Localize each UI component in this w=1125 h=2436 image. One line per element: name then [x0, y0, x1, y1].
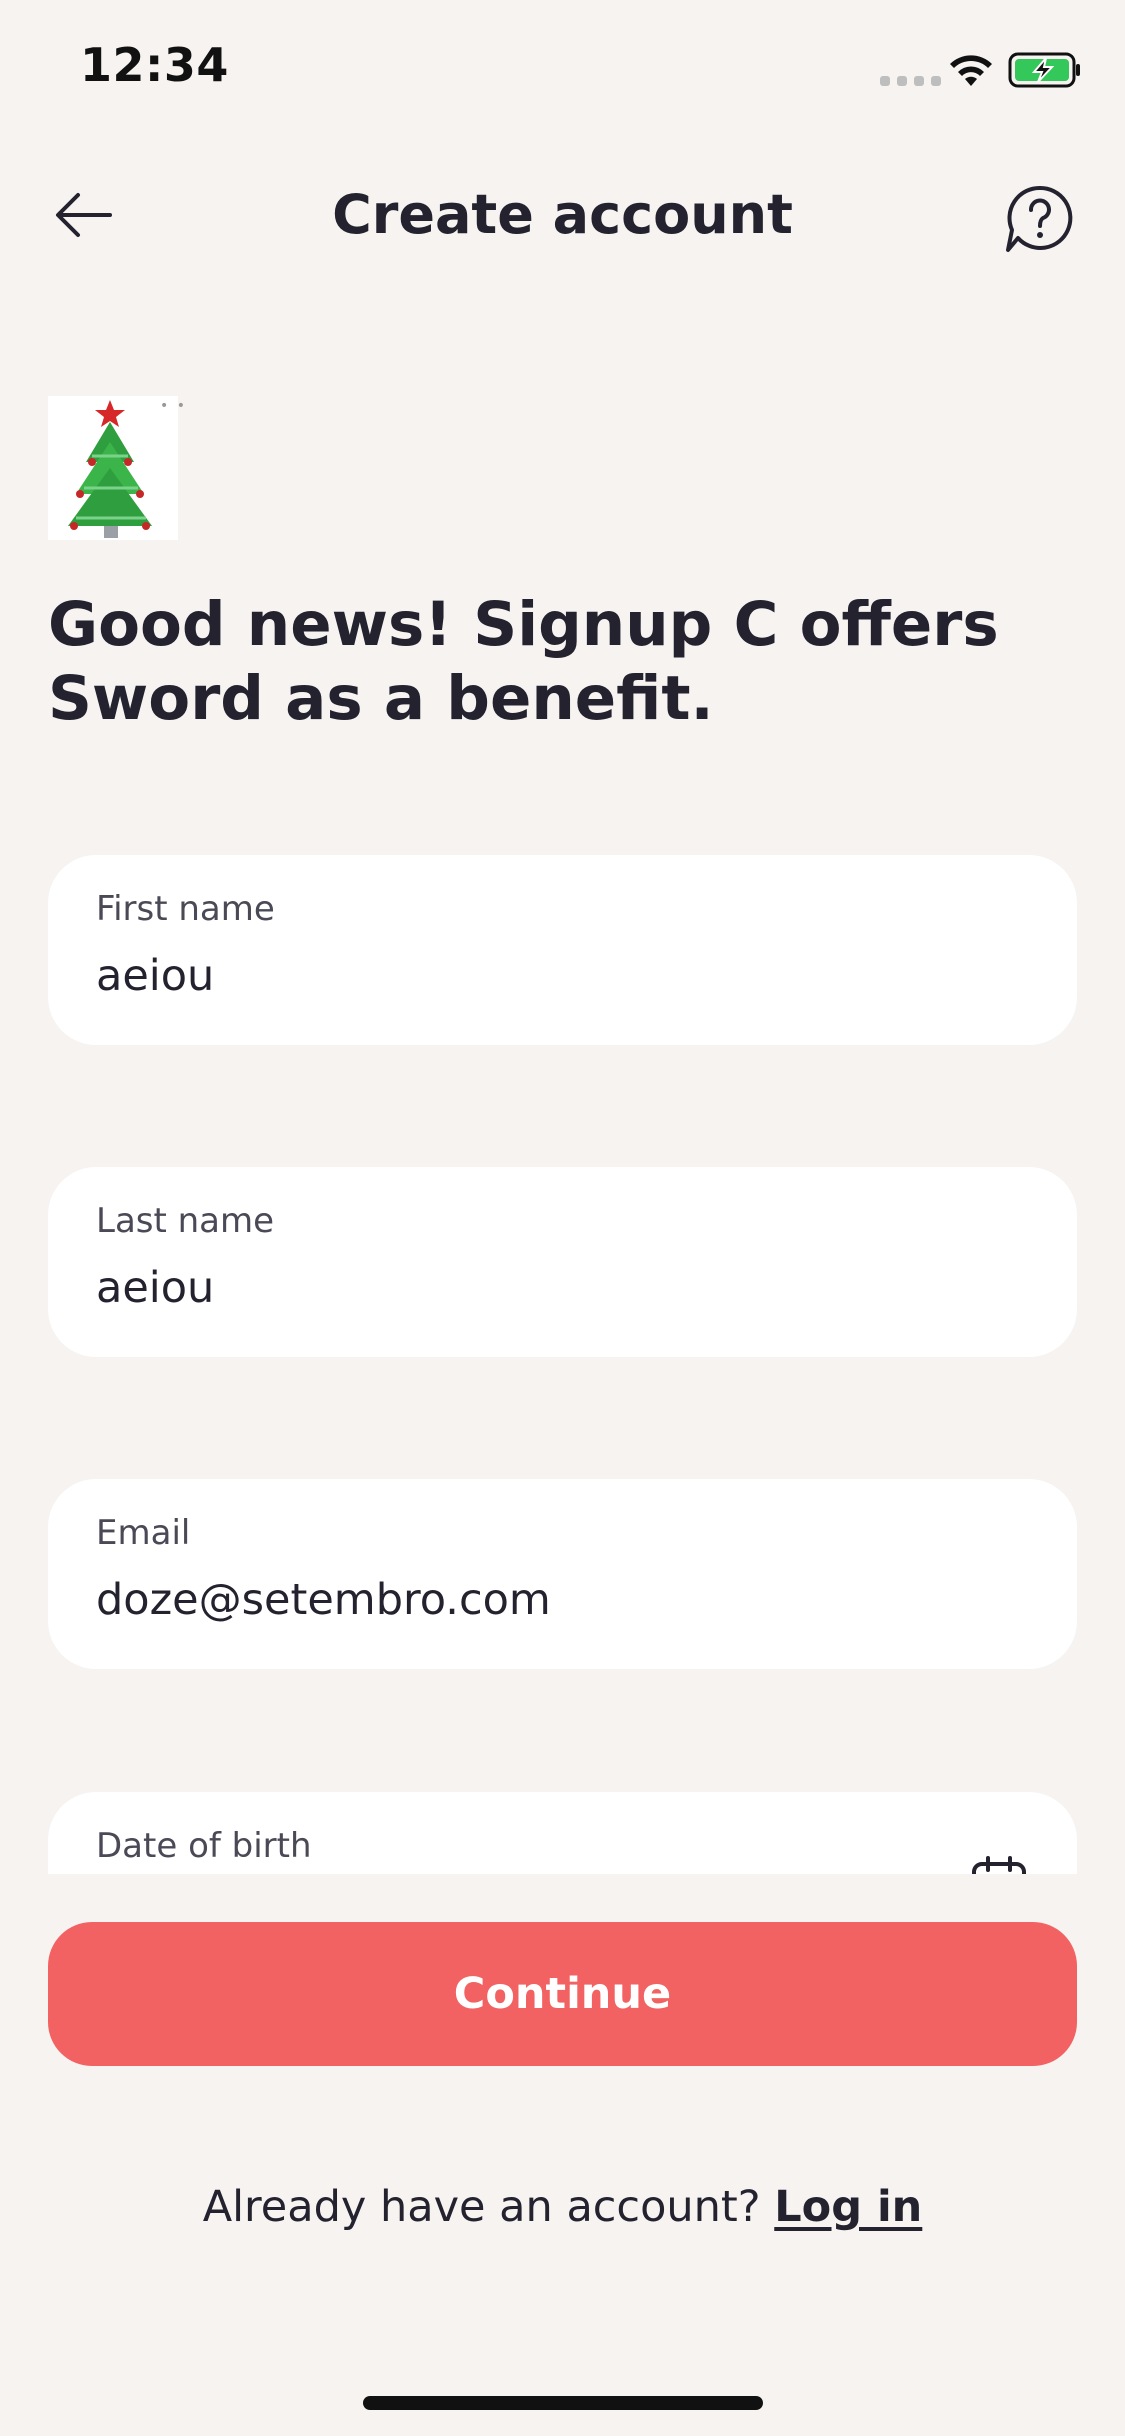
first-name-field[interactable]: First name aeiou: [48, 855, 1077, 1045]
christmas-tree-logo-icon: [68, 400, 152, 538]
last-name-field[interactable]: Last name aeiou: [48, 1167, 1077, 1357]
email-field[interactable]: Email doze@setembro.com: [48, 1479, 1077, 1669]
page-title: Create account: [332, 183, 793, 246]
cellular-signal-icon: [880, 76, 941, 86]
scroll-clip: Date of birth: [0, 1792, 1125, 1874]
help-chat-icon[interactable]: [1000, 180, 1080, 260]
email-input[interactable]: doze@setembro.com: [96, 1575, 551, 1625]
date-of-birth-field[interactable]: Date of birth: [48, 1792, 1077, 1874]
logo-dots: • •: [160, 398, 187, 414]
login-link[interactable]: Log in: [774, 2182, 922, 2232]
partner-logo: [48, 396, 178, 540]
first-name-input[interactable]: aeiou: [96, 951, 214, 1001]
email-label: Email: [96, 1513, 191, 1553]
battery-charging-icon: [1008, 52, 1080, 88]
last-name-label: Last name: [96, 1201, 275, 1241]
status-time: 12:34: [80, 38, 229, 92]
date-of-birth-label: Date of birth: [96, 1826, 312, 1866]
headline: Good news! Signup C offers Sword as a be…: [48, 589, 999, 734]
home-indicator[interactable]: [363, 2396, 763, 2410]
login-prompt: Already have an account? Log in: [0, 2182, 1125, 2232]
login-prompt-text: Already have an account?: [202, 2182, 761, 2232]
continue-button[interactable]: Continue: [48, 1922, 1077, 2066]
calendar-icon[interactable]: [970, 1854, 1028, 1874]
last-name-input[interactable]: aeiou: [96, 1263, 214, 1313]
first-name-label: First name: [96, 889, 275, 929]
wifi-icon: [950, 55, 992, 86]
